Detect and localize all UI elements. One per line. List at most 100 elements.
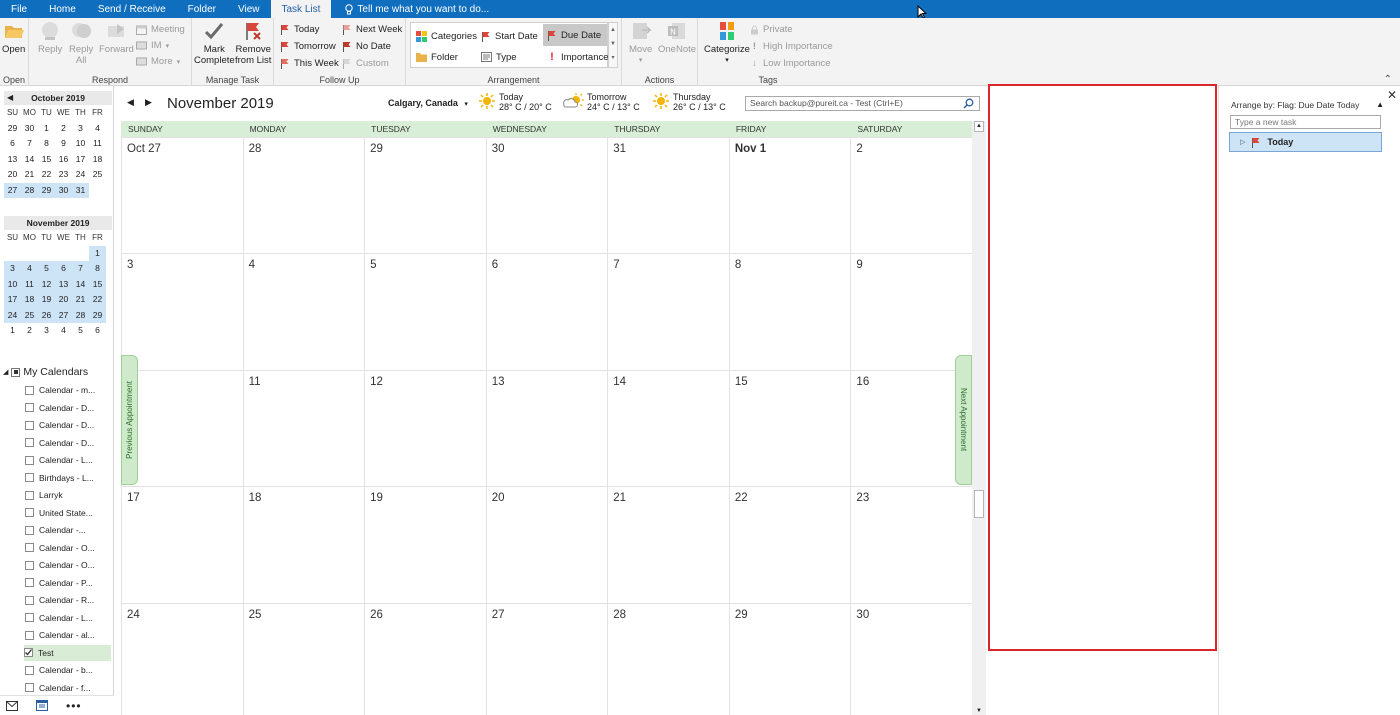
day-cell[interactable]: 17 xyxy=(121,486,243,603)
new-task-input[interactable]: Type a new task xyxy=(1230,115,1381,129)
scroll-thumb[interactable] xyxy=(974,490,984,518)
day-cell[interactable]: 18 xyxy=(242,486,365,603)
mini-day[interactable]: 22 xyxy=(38,167,55,183)
mini-day[interactable]: 13 xyxy=(4,152,21,168)
mini-day[interactable]: 6 xyxy=(89,323,106,339)
mail-icon[interactable] xyxy=(6,700,18,711)
follow-up-tomorrow-button[interactable]: Tomorrow xyxy=(280,39,336,54)
follow-up-next-week-button[interactable]: Next Week xyxy=(342,22,402,37)
search-icon[interactable] xyxy=(963,98,974,109)
mini-day[interactable]: 14 xyxy=(21,152,38,168)
mini-day[interactable]: 1 xyxy=(38,121,55,137)
mini-day[interactable]: 20 xyxy=(55,292,72,308)
mini-day[interactable]: 22 xyxy=(89,292,106,308)
mini-day[interactable]: 6 xyxy=(4,136,21,152)
move-button[interactable]: Move ▾ xyxy=(629,20,652,66)
pane-divider[interactable] xyxy=(1218,86,1219,715)
reply-button[interactable]: Reply xyxy=(38,20,62,55)
day-cell[interactable]: 27 xyxy=(485,602,608,715)
mini-day[interactable]: 15 xyxy=(89,276,106,292)
day-cell[interactable]: 23 xyxy=(850,486,972,603)
mini-day[interactable]: 25 xyxy=(89,167,106,183)
day-cell[interactable]: Nov 1 xyxy=(728,137,851,254)
mini-day[interactable]: 9 xyxy=(55,136,72,152)
tab-task-list[interactable]: Task List xyxy=(270,0,332,18)
arrange-folder-button[interactable]: Folder xyxy=(412,47,462,67)
checkbox-icon[interactable] xyxy=(25,525,34,535)
checkbox-icon[interactable] xyxy=(25,665,34,675)
arrange-type-button[interactable]: Type xyxy=(477,47,521,67)
more-dots-icon[interactable]: ••• xyxy=(66,699,82,713)
day-cell[interactable]: 30 xyxy=(485,137,608,254)
mini-day[interactable]: 14 xyxy=(72,276,89,292)
mark-complete-button[interactable]: Mark Complete xyxy=(194,20,235,66)
calendar-list-item[interactable]: Calendar - m... xyxy=(25,382,112,398)
mini-day[interactable]: 7 xyxy=(72,261,89,277)
mini-day[interactable]: 11 xyxy=(21,276,38,292)
day-cell[interactable]: 16 xyxy=(850,369,972,487)
calendar-list-item[interactable]: Calendar - D... xyxy=(25,417,112,433)
arrange-due-date-button[interactable]: Due Date xyxy=(543,24,607,46)
calendar-list-item[interactable]: Calendar - D... xyxy=(25,400,112,416)
calendar-list-item[interactable]: Calendar - O... xyxy=(25,557,112,573)
mini-day[interactable]: 31 xyxy=(72,182,89,198)
collapse-ribbon-icon[interactable]: ⌃ xyxy=(1384,74,1392,85)
calendar-list-item[interactable]: Calendar - O... xyxy=(25,540,112,556)
day-cell[interactable]: 28 xyxy=(607,602,729,715)
tab-file[interactable]: File xyxy=(0,0,38,18)
checkbox-icon[interactable] xyxy=(25,403,34,412)
mini-day[interactable]: 24 xyxy=(4,307,21,323)
calendar-vertical-scrollbar[interactable]: ▲ ▼ xyxy=(972,121,986,715)
gallery-scroll[interactable]: ▲ ▼ ▾ xyxy=(608,22,618,68)
low-importance-button[interactable]: ↓ Low Importance xyxy=(750,56,830,71)
day-cell[interactable]: 3 xyxy=(121,253,243,370)
calendar-list-item[interactable]: Calendar - L... xyxy=(25,610,112,626)
tab-folder[interactable]: Folder xyxy=(177,0,227,18)
day-cell[interactable]: 12 xyxy=(364,369,486,487)
day-cell[interactable]: 4 xyxy=(242,253,365,370)
calendar-icon[interactable] xyxy=(36,700,48,711)
mini-day[interactable]: 26 xyxy=(38,307,55,323)
mini-day[interactable]: 10 xyxy=(4,276,21,292)
calendar-list-item[interactable]: Birthdays - L... xyxy=(25,470,112,486)
day-cell[interactable]: 9 xyxy=(850,253,972,370)
mini-day[interactable]: 30 xyxy=(55,182,72,198)
mini-day[interactable]: 15 xyxy=(38,152,55,168)
close-icon[interactable]: ✕ xyxy=(1387,88,1397,102)
mini-day[interactable]: 17 xyxy=(4,292,21,308)
day-cell[interactable]: Oct 27 xyxy=(121,137,243,254)
day-cell[interactable] xyxy=(121,369,243,487)
checkbox-icon[interactable] xyxy=(25,490,34,500)
mini-day[interactable]: 3 xyxy=(38,323,55,339)
calendar-list-item[interactable]: Calendar - b... xyxy=(25,662,112,678)
open-button[interactable]: Open xyxy=(2,20,25,55)
mini-day[interactable]: 29 xyxy=(4,121,21,137)
day-cell[interactable]: 11 xyxy=(242,369,365,487)
checkbox-icon[interactable] xyxy=(25,578,34,587)
reply-all-button[interactable]: Reply All xyxy=(69,20,93,66)
day-cell[interactable]: 29 xyxy=(728,602,851,715)
checkbox-icon[interactable] xyxy=(25,455,34,465)
mini-day[interactable]: 8 xyxy=(89,261,106,277)
mini-day[interactable]: 18 xyxy=(21,292,38,308)
day-cell[interactable]: 15 xyxy=(728,369,851,487)
arrange-start-date-button[interactable]: Start Date xyxy=(477,26,542,46)
mini-day[interactable]: 30 xyxy=(21,121,38,137)
day-cell[interactable]: 6 xyxy=(485,253,608,370)
calendar-list-item[interactable]: United State... xyxy=(25,505,112,521)
mini-day[interactable]: 21 xyxy=(21,167,38,183)
day-cell[interactable]: 24 xyxy=(121,602,243,715)
day-cell[interactable]: 8 xyxy=(728,253,851,370)
scroll-up-icon[interactable]: ▲ xyxy=(974,121,984,132)
checkbox-icon[interactable] xyxy=(25,543,34,552)
sort-ascending-icon[interactable]: ▲ xyxy=(1376,100,1384,109)
task-group-today[interactable]: ▷ Today xyxy=(1229,132,1382,152)
day-cell[interactable]: 19 xyxy=(364,486,486,603)
calendar-list-item[interactable]: Calendar - L... xyxy=(25,452,112,468)
mini-day[interactable]: 5 xyxy=(38,261,55,277)
checkbox-icon[interactable] xyxy=(25,613,34,622)
day-cell[interactable]: 31 xyxy=(607,137,729,254)
mini-day[interactable]: 29 xyxy=(89,307,106,323)
calendar-list-item[interactable]: Calendar - f... xyxy=(25,680,112,696)
mini-day[interactable]: 12 xyxy=(38,276,55,292)
